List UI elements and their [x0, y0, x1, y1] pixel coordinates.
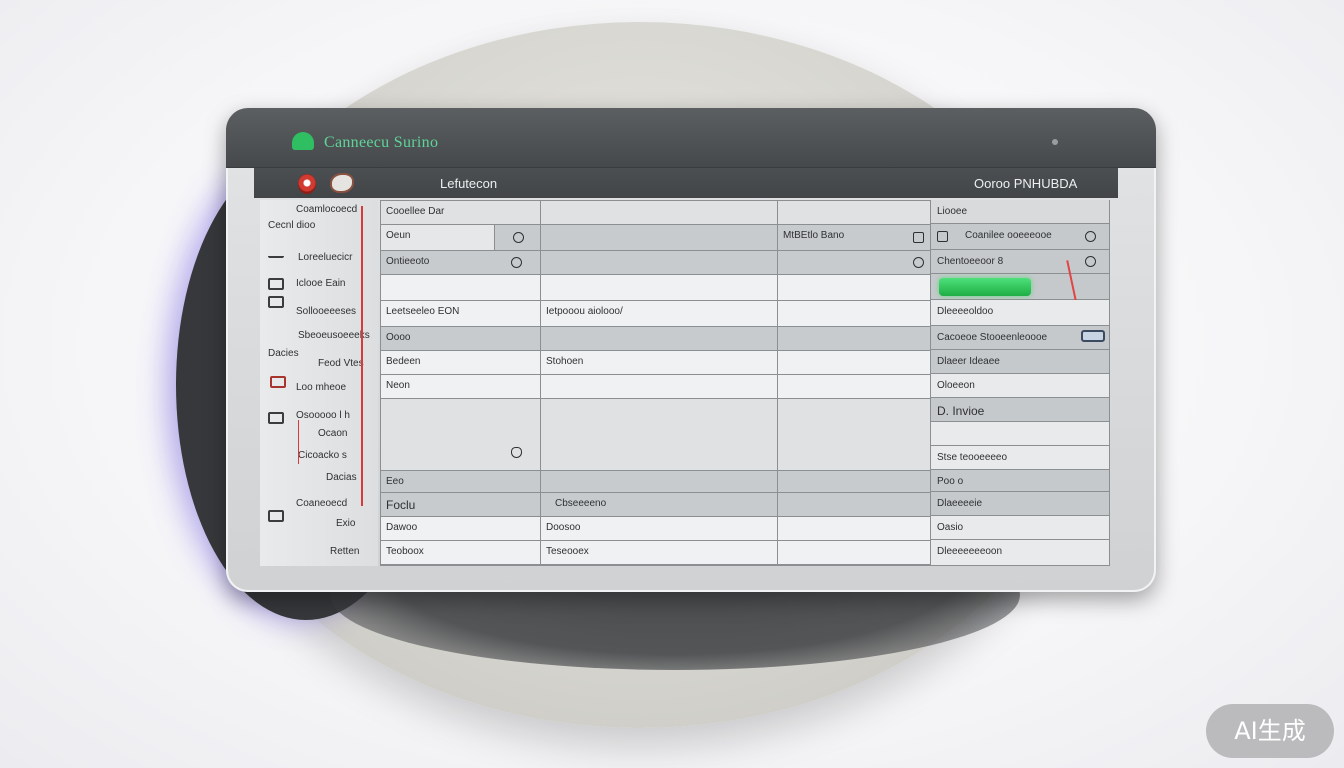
app-title: Canneecu Surino — [324, 134, 439, 151]
grid-cell: MtBEtlo Bano — [778, 225, 931, 251]
undo-icon[interactable] — [511, 447, 522, 458]
grid-cell — [541, 327, 778, 351]
sidebar-divider-line — [361, 206, 363, 506]
grid-cell — [778, 375, 931, 399]
grid-cell: Doosoo — [541, 517, 778, 541]
grid-cell — [778, 251, 931, 275]
grid-cell: Eeo — [381, 471, 541, 493]
grid-cell — [381, 399, 541, 471]
grid-cell — [778, 351, 931, 375]
refresh-icon[interactable] — [913, 257, 924, 268]
grid-cell — [778, 301, 931, 327]
toggle-switch[interactable] — [1081, 330, 1105, 342]
grid-cell — [541, 471, 778, 493]
sidebar-item[interactable]: Sbeoeusoeeeks — [298, 330, 370, 341]
right-panel-row[interactable]: Oasio — [931, 516, 1109, 540]
grid-cell — [541, 225, 778, 251]
sidebar-item[interactable]: Exio — [336, 518, 355, 529]
sidebar-item[interactable]: Ocaon — [318, 428, 347, 439]
right-panel-row — [931, 422, 1109, 446]
window-control-dot[interactable] — [1052, 139, 1058, 145]
right-panel-row[interactable]: Coanilee ooeeeooe — [931, 224, 1109, 250]
grid-cell — [541, 375, 778, 399]
block-icon[interactable] — [1085, 231, 1096, 242]
grid-cell: Ietpooou aiolooo/ — [541, 301, 778, 327]
grid-cell-input[interactable]: Oeun — [381, 225, 495, 251]
tag-icon[interactable] — [330, 173, 354, 193]
edit-icon[interactable] — [913, 232, 924, 243]
right-panel-row[interactable]: Oloeeon — [931, 374, 1109, 398]
title-bar: Canneecu Surino — [226, 108, 1156, 168]
grid-cell — [778, 471, 931, 493]
right-panel-row[interactable]: D. Invioe — [931, 398, 1109, 422]
sidebar-item[interactable]: Cicoacko s — [298, 450, 347, 461]
sidebar-item[interactable]: Feod Vtes — [318, 358, 364, 369]
list-icon — [268, 252, 284, 258]
grid-cell — [778, 541, 931, 565]
primary-action-button[interactable] — [939, 278, 1031, 296]
right-panel-row[interactable]: Dlaeer Ideaee — [931, 350, 1109, 374]
grid-cell — [541, 275, 778, 301]
sidebar-marker-line — [298, 420, 299, 464]
grid-cell — [778, 493, 931, 517]
sidebar-item[interactable]: Sollooeeeses — [296, 306, 356, 317]
grid-cell — [541, 251, 778, 275]
grid-cell: Oooo — [381, 327, 541, 351]
refresh-icon[interactable] — [511, 257, 522, 268]
grid-cell: Bedeen — [381, 351, 541, 375]
right-panel-row[interactable]: Dlaeeeeie — [931, 492, 1109, 516]
right-panel-row[interactable]: Chentoeeoor 8 — [931, 250, 1109, 274]
right-panel-row[interactable]: Poo o — [931, 470, 1109, 492]
checkbox-icon[interactable] — [937, 231, 948, 242]
grid-cell — [541, 399, 778, 471]
grid-cell: Teoboox — [381, 541, 541, 565]
app-window: Canneecu Surino Lefutecon Ooroo PNHUBDA … — [226, 108, 1156, 592]
ai-generated-badge: AI生成 — [1206, 704, 1334, 758]
table-icon — [268, 510, 284, 522]
grid-cell — [778, 517, 931, 541]
grid-icon — [268, 412, 284, 424]
grid-cell: Neon — [381, 375, 541, 399]
grid-cell: Teseooex — [541, 541, 778, 565]
toolbar: Lefutecon Ooroo PNHUBDA — [254, 168, 1118, 198]
grid-cell: Cbseeeeno — [541, 493, 778, 517]
grid-cell: Leetseeleo EON — [381, 301, 541, 327]
grid-header-cell[interactable] — [541, 201, 778, 225]
right-panel-row[interactable]: Dleeeeeeeoon — [931, 540, 1109, 566]
toolbar-right-label[interactable]: Ooroo PNHUBDA — [974, 176, 1077, 191]
sidebar-item[interactable]: Coamlocoecd — [296, 204, 357, 215]
sidebar-item[interactable]: Loreeluecicr — [298, 252, 352, 263]
app-logo-icon — [292, 132, 314, 150]
sidebar-item[interactable]: Loo mheoe — [296, 382, 346, 393]
sidebar-item[interactable]: Cecnl dioo — [268, 220, 315, 231]
sidebar-item[interactable]: Iclooe Eain — [296, 278, 345, 289]
grid-cell — [778, 399, 931, 471]
sidebar-item[interactable]: Dacias — [326, 472, 357, 483]
record-icon[interactable] — [298, 174, 316, 194]
toolbar-title: Lefutecon — [440, 176, 498, 191]
grid-icon — [268, 296, 284, 308]
grid-cell — [381, 275, 541, 301]
sidebar-item[interactable]: Retten — [330, 546, 359, 557]
grid-cell: Foclu — [381, 493, 541, 517]
badge-icon — [270, 376, 286, 388]
right-panel: Liooee Coanilee ooeeeooe Chentoeeoor 8 D… — [930, 200, 1110, 566]
right-panel-header: Liooee — [931, 200, 1109, 224]
grid-cell — [778, 275, 931, 301]
sidebar-item[interactable]: Osooooo l h — [296, 410, 350, 421]
sidebar-item[interactable]: Dacies — [268, 348, 299, 359]
sidebar-item[interactable]: Coaneoecd — [296, 498, 347, 509]
grid-cell — [778, 327, 931, 351]
right-panel-row[interactable]: Stse teooeeeeo — [931, 446, 1109, 470]
block-icon[interactable] — [1085, 256, 1096, 267]
right-panel-row[interactable]: Dleeeeoldoo — [931, 300, 1109, 326]
search-icon[interactable] — [513, 232, 524, 243]
grid-cell: Dawoo — [381, 517, 541, 541]
grid-cell: Stohoen — [541, 351, 778, 375]
grid-icon — [268, 278, 284, 290]
grid-header-cell[interactable] — [778, 201, 931, 225]
grid-header-cell[interactable]: Cooellee Dar — [381, 201, 541, 225]
